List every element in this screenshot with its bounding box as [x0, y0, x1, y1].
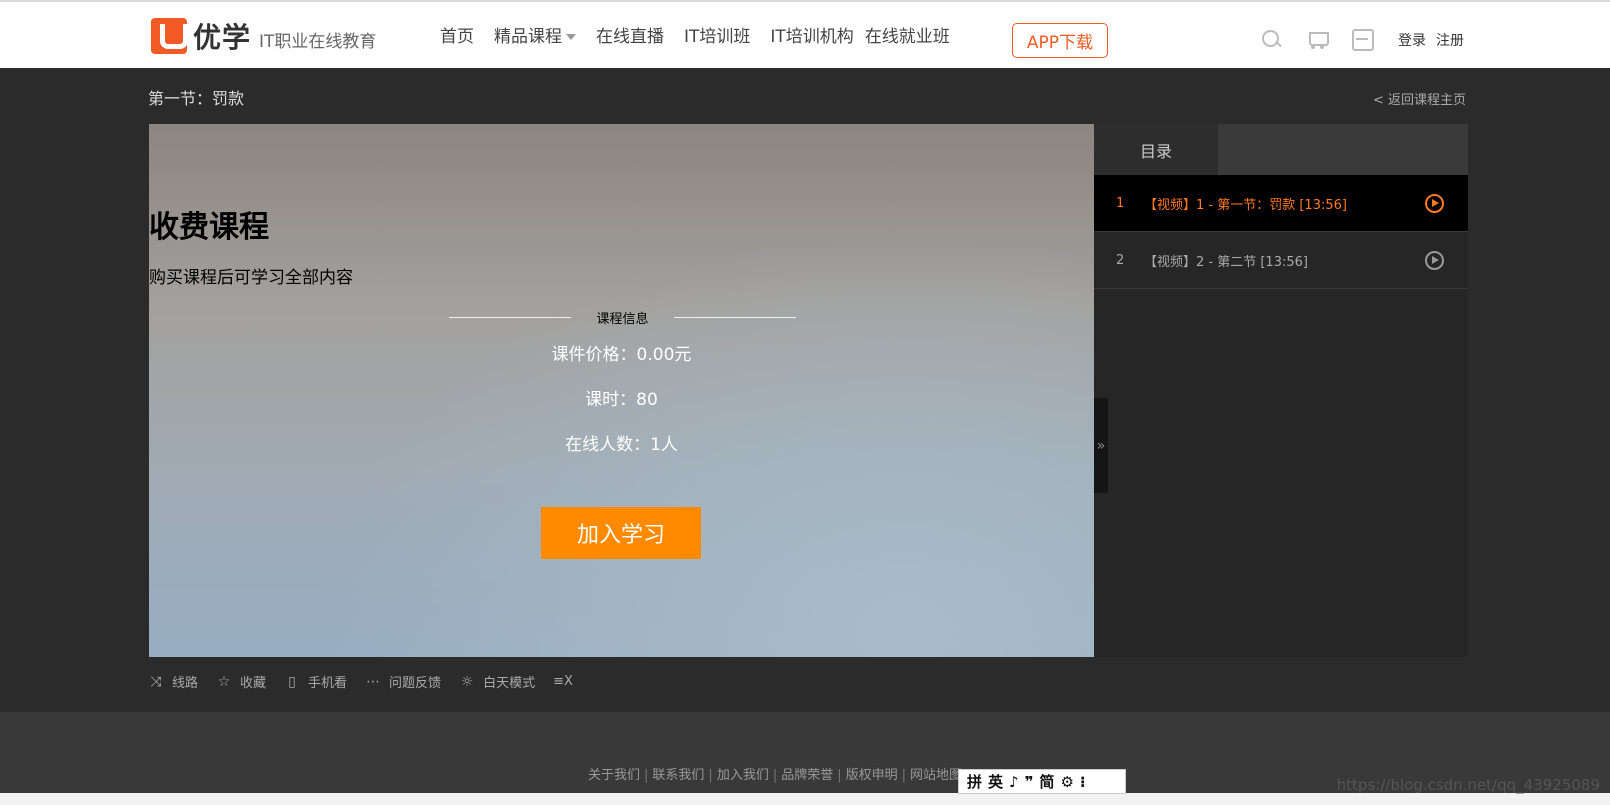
- ime-quote-icon[interactable]: ❞: [1025, 773, 1034, 791]
- ime-more-icon[interactable]: ⁝: [1080, 773, 1086, 791]
- cart-icon[interactable]: [1306, 28, 1329, 50]
- footer-links: 关于我们 | 联系我们 | 加入我们 | 品牌荣誉 | 版权申明 | 网站地图: [588, 764, 962, 783]
- ime-pinyin[interactable]: 拼: [967, 771, 982, 792]
- sun-icon: ☼: [460, 673, 474, 690]
- section-title: 第一节：罚款: [148, 89, 245, 108]
- logo-icon: [151, 18, 188, 54]
- mobile-watch-button[interactable]: ▯ 手机看: [284, 672, 348, 692]
- footer-separator: |: [708, 768, 713, 783]
- lesson-title: 【视频】1 - 第一节：罚款 [13:56]: [1144, 197, 1347, 213]
- tab-catalog[interactable]: 目录: [1094, 124, 1218, 175]
- phone-icon: ▯: [288, 673, 296, 690]
- footer-separator: |: [644, 768, 649, 783]
- nav-courses[interactable]: 精品课程: [494, 22, 576, 47]
- scan-icon[interactable]: [1351, 28, 1374, 51]
- app-download-button[interactable]: APP下载: [1012, 23, 1108, 58]
- day-mode-button[interactable]: ☼ 白天模式: [459, 672, 536, 692]
- footer-link-honor[interactable]: 品牌荣誉: [781, 768, 833, 783]
- route-label: 线路: [172, 676, 199, 691]
- lesson-number: 2: [1116, 252, 1125, 268]
- nav-live[interactable]: 在线直播: [596, 22, 664, 47]
- feedback-button[interactable]: ⋯ 问题反馈: [365, 672, 442, 692]
- ime-english[interactable]: 英: [988, 771, 1003, 792]
- footer-separator: |: [901, 768, 907, 783]
- catalog-sidebar: 目录 1 【视频】1 - 第一节：罚款 [13:56] 2 【视频】2 - 第二…: [1094, 124, 1468, 657]
- play-icon[interactable]: [1425, 250, 1444, 270]
- footer-link-copyright[interactable]: 版权申明: [846, 768, 898, 783]
- extra-label: ≡X: [553, 674, 573, 689]
- site-header: 优学 IT职业在线教育 首页 精品课程 在线直播 IT培训班 IT培训机构 在线…: [0, 2, 1610, 68]
- paid-course-title: 收费课程: [149, 210, 269, 245]
- ime-toolbar: 拼 英 ♪ ❞ 简 ⚙ ⁝: [958, 769, 1126, 794]
- footer-link-about[interactable]: 关于我们: [588, 768, 640, 783]
- shuffle-icon: ⤨: [150, 673, 162, 690]
- join-study-button[interactable]: 加入学习: [541, 507, 701, 559]
- lesson-title: 【视频】2 - 第二节 [13:56]: [1144, 254, 1308, 270]
- favorite-label: 收藏: [240, 676, 267, 691]
- course-price: 课件价格：0.00元: [551, 345, 692, 365]
- video-player[interactable]: 收费课程 购买课程后可学习全部内容 课程信息 课件价格：0.00元 课时：80 …: [149, 124, 1094, 657]
- chevron-down-icon: [566, 34, 576, 40]
- feedback-label: 问题反馈: [389, 676, 442, 691]
- ime-punct-icon[interactable]: ♪: [1009, 773, 1019, 791]
- feedback-icon: ⋯: [366, 673, 381, 690]
- footer-link-contact[interactable]: 联系我们: [652, 768, 704, 783]
- nav-institutions[interactable]: IT培训机构: [770, 22, 853, 47]
- course-info-divider: 课程信息: [449, 307, 796, 327]
- favorite-button[interactable]: ☆ 收藏: [216, 672, 267, 692]
- auth-links: 登录 注册: [1398, 30, 1474, 50]
- play-icon[interactable]: [1425, 193, 1444, 213]
- site-logo[interactable]: 优学 IT职业在线教育: [151, 16, 376, 56]
- footer-separator: |: [772, 768, 778, 783]
- extra-button[interactable]: ≡X: [553, 674, 573, 689]
- register-link[interactable]: 注册: [1436, 33, 1464, 49]
- back-to-course-link[interactable]: < 返回课程主页: [1373, 89, 1466, 108]
- lesson-item[interactable]: 2 【视频】2 - 第二节 [13:56]: [1094, 232, 1468, 289]
- star-icon: ☆: [217, 673, 231, 690]
- nav-employment[interactable]: 在线就业班: [865, 22, 950, 47]
- mobile-label: 手机看: [308, 676, 348, 691]
- player-toolbar: ⤨ 线路 ☆ 收藏 ▯ 手机看 ⋯ 问题反馈 ☼ 白天模式 ≡X: [148, 672, 591, 692]
- logo-slogan: IT职业在线教育: [259, 31, 377, 52]
- sidebar-tabs: 目录: [1094, 124, 1468, 175]
- nav-home[interactable]: 首页: [440, 22, 474, 47]
- route-button[interactable]: ⤨ 线路: [148, 672, 199, 692]
- paid-course-subtitle: 购买课程后可学习全部内容: [149, 268, 353, 288]
- login-link[interactable]: 登录: [1398, 33, 1426, 49]
- footer-link-join[interactable]: 加入我们: [717, 768, 769, 783]
- divider-line-right: [674, 317, 796, 318]
- sidebar-toggle-button[interactable]: »: [1094, 398, 1108, 493]
- footer-link-sitemap[interactable]: 网站地图: [910, 768, 962, 783]
- gear-icon[interactable]: ⚙: [1060, 773, 1073, 791]
- nav-training[interactable]: IT培训班: [684, 22, 750, 47]
- nav-courses-label: 精品课程: [494, 27, 562, 47]
- main-nav: 首页 精品课程 在线直播 IT培训班 IT培训机构 在线就业班: [440, 22, 970, 47]
- blog-watermark: https://blog.csdn.net/qq_43925089: [1336, 776, 1600, 794]
- lesson-item[interactable]: 1 【视频】1 - 第一节：罚款 [13:56]: [1094, 175, 1468, 232]
- lesson-number: 1: [1116, 195, 1125, 211]
- footer-separator: |: [837, 768, 842, 783]
- page-bottom-bar: [0, 793, 1610, 805]
- ime-simplified[interactable]: 简: [1039, 771, 1054, 792]
- online-count: 在线人数：1人: [565, 435, 678, 455]
- search-icon[interactable]: [1260, 28, 1282, 50]
- day-mode-label: 白天模式: [483, 676, 536, 691]
- course-hours: 课时：80: [585, 390, 658, 410]
- logo-name: 优学: [193, 21, 252, 54]
